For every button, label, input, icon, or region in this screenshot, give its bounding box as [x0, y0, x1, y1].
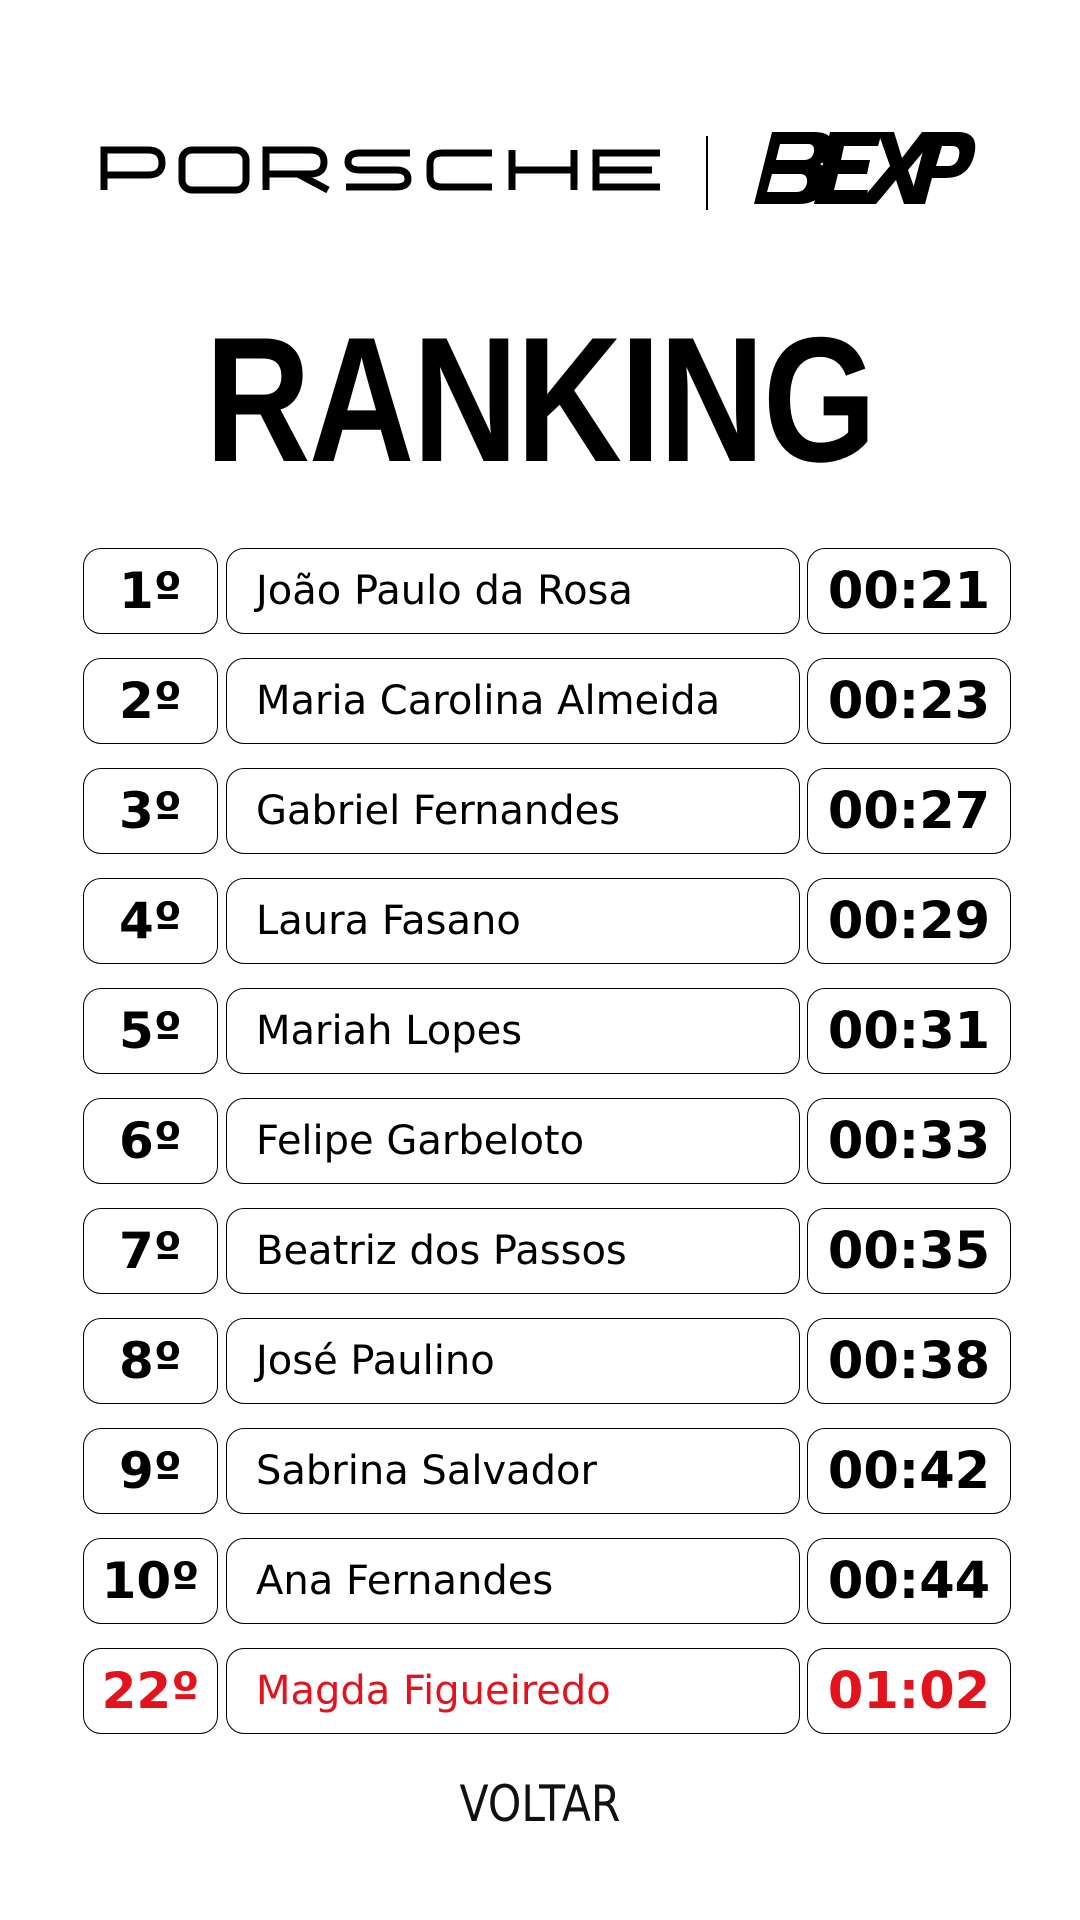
- ranking-time: 01:02: [807, 1648, 1011, 1734]
- page-title: RANKING: [205, 300, 876, 499]
- ranking-player-name: Sabrina Salvador: [226, 1428, 800, 1514]
- ranking-list: 1º João Paulo da Rosa 00:21 2º Maria Carolin…: [83, 548, 1011, 1758]
- ranking-row: 10º Ana Fernandes 00:44: [83, 1538, 1011, 1626]
- header: [0, 130, 1080, 210]
- ranking-position: 7º: [83, 1208, 218, 1294]
- ranking-player-name: Mariah Lopes: [226, 988, 800, 1074]
- ranking-player-name: Beatriz dos Passos: [226, 1208, 800, 1294]
- logo-divider: [706, 136, 708, 210]
- ranking-position: 4º: [83, 878, 218, 964]
- back-button[interactable]: VOLTAR: [413, 1772, 668, 1836]
- ranking-player-name: Laura Fasano: [226, 878, 800, 964]
- ranking-position: 8º: [83, 1318, 218, 1404]
- ranking-time: 00:42: [807, 1428, 1011, 1514]
- ranking-position: 10º: [83, 1538, 218, 1624]
- ranking-time: 00:21: [807, 548, 1011, 634]
- ranking-time: 00:38: [807, 1318, 1011, 1404]
- ranking-position: 1º: [83, 548, 218, 634]
- ranking-row: 9º Sabrina Salvador 00:42: [83, 1428, 1011, 1516]
- ranking-row: 7º Beatriz dos Passos 00:35: [83, 1208, 1011, 1296]
- ranking-position: 9º: [83, 1428, 218, 1514]
- ranking-position: 22º: [83, 1648, 218, 1734]
- ranking-row: 5º Mariah Lopes 00:31: [83, 988, 1011, 1076]
- ranking-position: 3º: [83, 768, 218, 854]
- ranking-player-name: João Paulo da Rosa: [226, 548, 800, 634]
- ranking-row: 1º João Paulo da Rosa 00:21: [83, 548, 1011, 636]
- ranking-position: 2º: [83, 658, 218, 744]
- ranking-row: 2º Maria Carolina Almeida 00:23: [83, 658, 1011, 746]
- ranking-row: 3º Gabriel Fernandes 00:27: [83, 768, 1011, 856]
- ranking-player-name: Gabriel Fernandes: [226, 768, 800, 854]
- ranking-time: 00:23: [807, 658, 1011, 744]
- ranking-row: 6º Felipe Garbeloto 00:33: [83, 1098, 1011, 1186]
- ranking-time: 00:33: [807, 1098, 1011, 1184]
- ranking-time: 00:44: [807, 1538, 1011, 1624]
- bexp-logo: [754, 132, 976, 204]
- ranking-player-name: Ana Fernandes: [226, 1538, 800, 1624]
- ranking-time: 00:29: [807, 878, 1011, 964]
- ranking-player-name: Magda Figueiredo: [226, 1648, 800, 1734]
- ranking-row: 8º José Paulino 00:38: [83, 1318, 1011, 1406]
- ranking-time: 00:35: [807, 1208, 1011, 1294]
- ranking-player-name: José Paulino: [226, 1318, 800, 1404]
- ranking-time: 00:31: [807, 988, 1011, 1074]
- porsche-logo: [100, 146, 660, 194]
- ranking-player-name: Felipe Garbeloto: [226, 1098, 800, 1184]
- ranking-player-name: Maria Carolina Almeida: [226, 658, 800, 744]
- ranking-row: 4º Laura Fasano 00:29: [83, 878, 1011, 966]
- ranking-position: 5º: [83, 988, 218, 1074]
- ranking-row-current-user: 22º Magda Figueiredo 01:02: [83, 1648, 1011, 1736]
- ranking-time: 00:27: [807, 768, 1011, 854]
- ranking-position: 6º: [83, 1098, 218, 1184]
